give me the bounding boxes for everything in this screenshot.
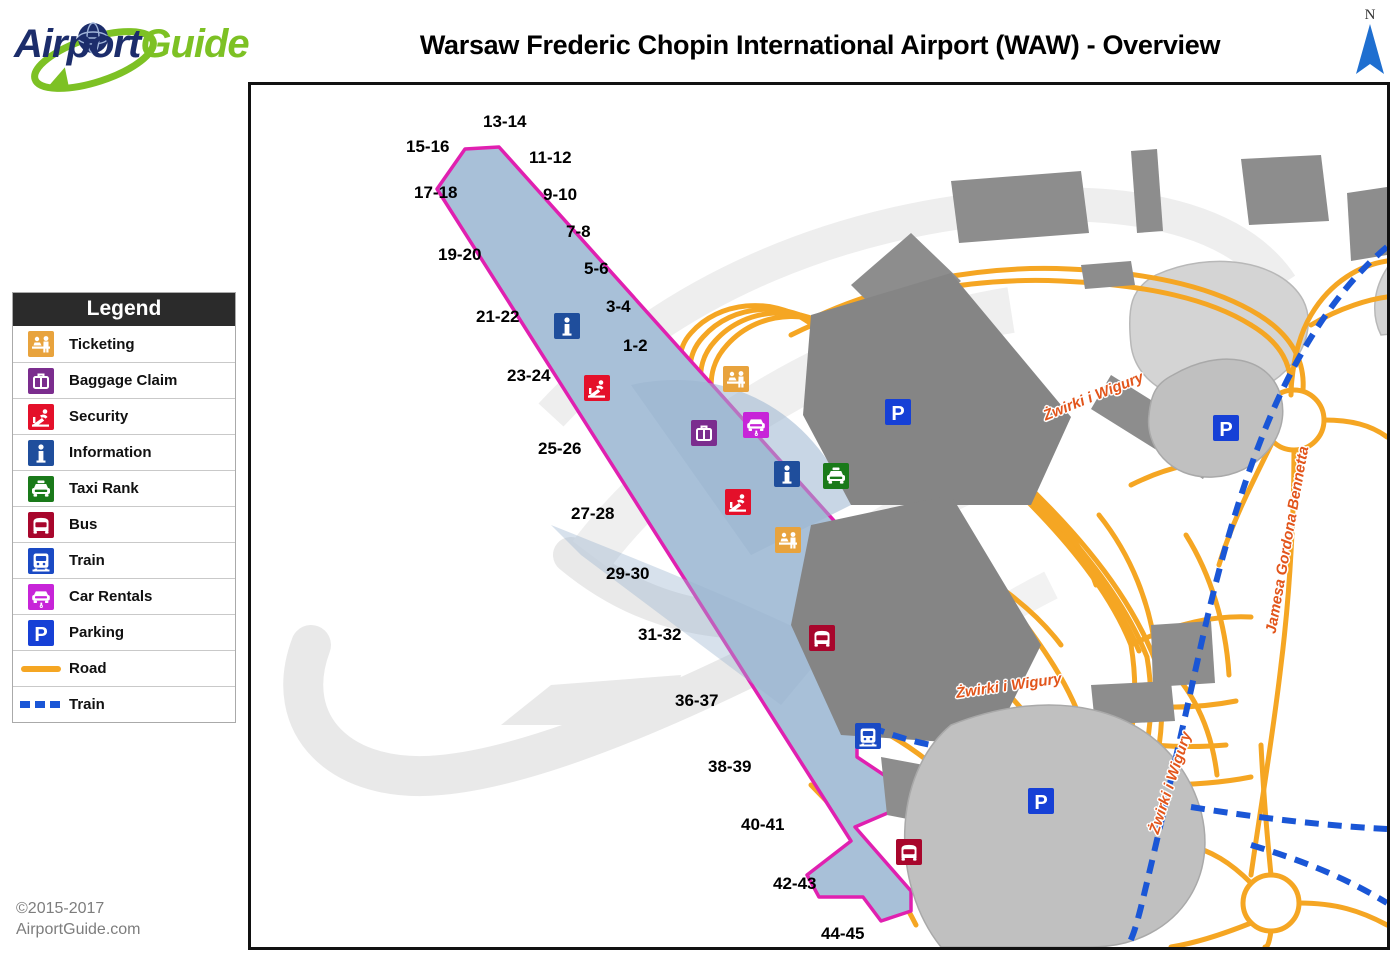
gate-label: 21-22 [476, 307, 520, 326]
gate-label: 15-16 [406, 137, 450, 156]
svg-text:P: P [34, 624, 47, 646]
car-rental-icon[interactable] [743, 412, 769, 443]
gate-label: 27-28 [571, 504, 615, 523]
road-line-swatch [13, 665, 69, 672]
parking-icon[interactable]: P [1213, 415, 1239, 446]
legend-row-information: Information [13, 434, 235, 470]
brand-logo[interactable]: AirportGuide [14, 8, 250, 94]
gate-label: 9-10 [543, 185, 578, 204]
brand-name-secondary: Guide [140, 22, 249, 66]
svg-text:P: P [1034, 792, 1047, 814]
gate-label: 13-14 [483, 112, 527, 131]
legend-rows: Ticketing Baggage Claim Security Informa… [13, 326, 235, 722]
footer-credits: ©2015-2017 AirportGuide.com [16, 898, 141, 940]
gate-label: 40-41 [741, 815, 785, 834]
legend-row-taxi-rank: Taxi Rank [13, 470, 235, 506]
information-icon[interactable] [554, 313, 580, 344]
legend-row-road: Road [13, 650, 235, 686]
north-arrow-icon [1356, 24, 1384, 74]
ticketing-icon [13, 331, 69, 357]
compass-rose: N [1345, 8, 1395, 80]
gate-label: 23-24 [507, 366, 551, 385]
legend-row-car-rentals: Car Rentals [13, 578, 235, 614]
security-icon[interactable] [725, 489, 751, 520]
map-canvas [283, 145, 1387, 947]
taxi-icon [13, 475, 69, 502]
information-icon[interactable] [774, 461, 800, 492]
parking-icon[interactable]: P [1028, 788, 1054, 819]
legend-label: Information [69, 444, 152, 461]
train-icon [13, 547, 69, 574]
gate-label: 36-37 [675, 691, 719, 710]
gate-label: 31-32 [638, 625, 682, 644]
gate-label: 17-18 [414, 183, 458, 202]
legend-row-security: Security [13, 398, 235, 434]
legend-row-ticketing: Ticketing [13, 326, 235, 362]
gate-label: 29-30 [606, 564, 650, 583]
train-line-swatch [13, 701, 69, 708]
bus-icon [13, 511, 69, 538]
site-text: AirportGuide.com [16, 921, 141, 938]
svg-text:P: P [1219, 419, 1232, 441]
legend-label: Security [69, 408, 129, 425]
gate-label: 3-4 [606, 297, 631, 316]
baggage-claim-icon[interactable] [691, 420, 717, 451]
bus-icon[interactable] [896, 839, 922, 870]
information-icon [13, 439, 69, 466]
gate-label: 25-26 [538, 439, 582, 458]
gate-label: 5-6 [584, 259, 609, 278]
gate-label: 7-8 [566, 222, 591, 241]
legend-label: Train [69, 696, 105, 713]
copyright-text: ©2015-2017 [16, 900, 105, 917]
legend-row-train: Train [13, 542, 235, 578]
brand-name-primary: Airport [14, 22, 141, 66]
gate-label: 44-45 [821, 924, 865, 943]
legend-label: Parking [69, 624, 125, 641]
page-title: Warsaw Frederic Chopin International Air… [419, 30, 1221, 60]
car-rental-icon [13, 583, 69, 610]
legend-label: Car Rentals [69, 588, 153, 605]
legend-label: Ticketing [69, 335, 135, 353]
legend-row-baggage-claim: Baggage Claim [13, 362, 235, 398]
compass-north-label: N [1364, 7, 1376, 23]
gate-label: 1-2 [623, 336, 648, 355]
ticketing-icon[interactable] [775, 527, 801, 558]
legend-label: Bus [69, 516, 98, 533]
svg-text:P: P [891, 403, 904, 425]
legend-row-parking: P Parking [13, 614, 235, 650]
legend-label: Baggage Claim [69, 372, 178, 389]
parking-icon: P [13, 619, 69, 646]
gate-label: 42-43 [773, 874, 817, 893]
legend-title: Legend [13, 293, 235, 326]
airport-map[interactable]: 13-14 15-16 11-12 17-18 9-10 7-8 19-20 5-6 3-4 21… [248, 82, 1390, 950]
security-icon[interactable] [584, 375, 610, 406]
ticketing-icon[interactable] [723, 366, 749, 397]
legend-panel: Legend Ticketing Baggage Claim Security [12, 292, 236, 723]
gate-label: 38-39 [708, 757, 752, 776]
baggage-claim-icon [13, 367, 69, 394]
legend-row-bus: Bus [13, 506, 235, 542]
bus-icon[interactable] [809, 625, 835, 656]
security-icon [13, 403, 69, 430]
legend-label: Train [69, 552, 105, 569]
legend-label: Taxi Rank [69, 480, 139, 497]
taxi-icon[interactable] [823, 463, 849, 494]
train-icon[interactable] [855, 723, 881, 754]
legend-label: Road [69, 660, 107, 677]
parking-icon[interactable]: P [885, 399, 911, 430]
gate-label: 19-20 [438, 245, 482, 264]
legend-row-train: Train [13, 686, 235, 722]
gate-label: 11-12 [529, 148, 572, 167]
